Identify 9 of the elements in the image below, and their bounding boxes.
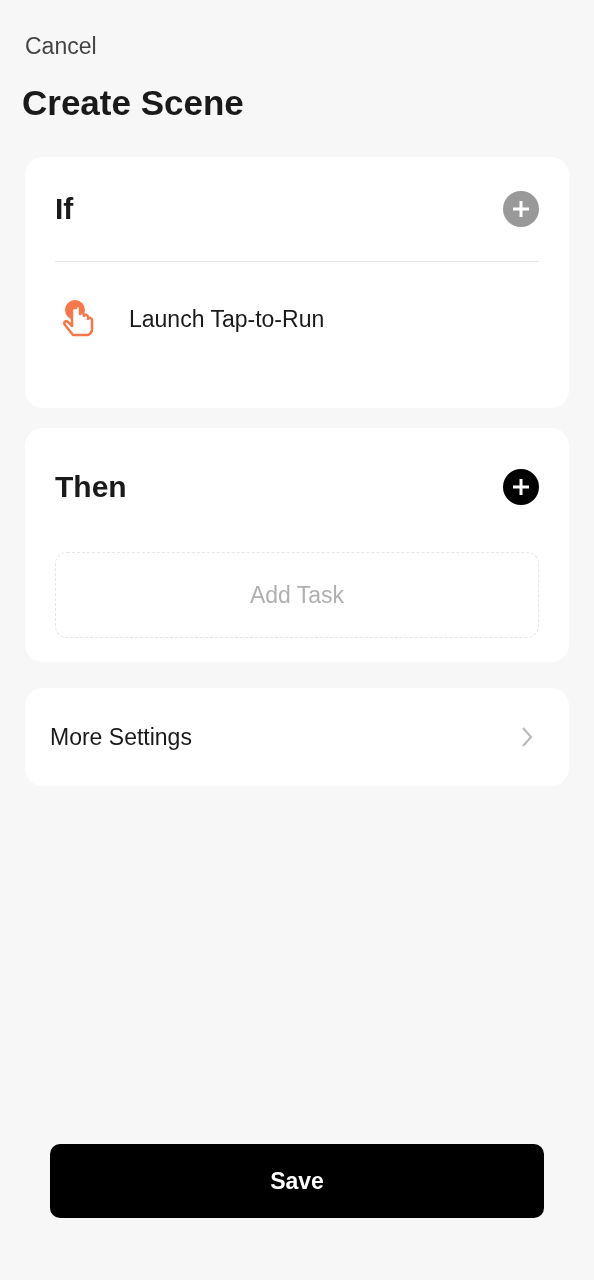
cancel-button[interactable]: Cancel <box>25 33 97 60</box>
chevron-right-icon <box>521 726 533 748</box>
section-title: Then <box>55 470 127 504</box>
save-button[interactable]: Save <box>50 1144 544 1218</box>
add-icon[interactable] <box>503 469 539 505</box>
more-settings-row[interactable]: More Settings <box>25 688 569 786</box>
condition-label: Launch Tap-to-Run <box>129 305 325 333</box>
section-title: If <box>55 192 74 226</box>
page-title: Create Scene <box>22 82 245 124</box>
